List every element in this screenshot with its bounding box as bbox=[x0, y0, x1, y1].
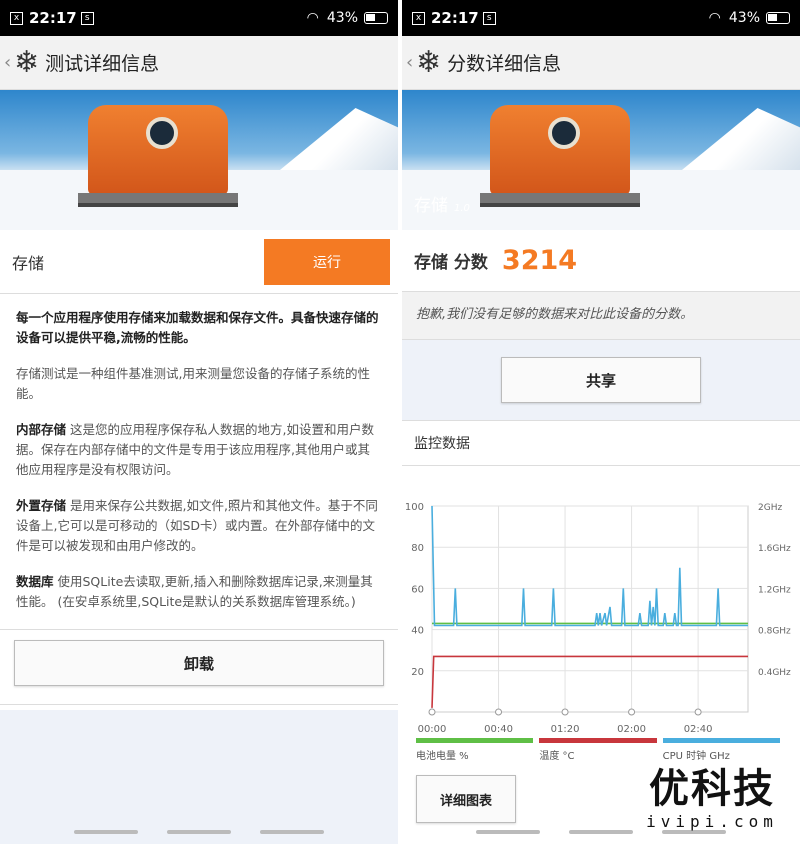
x-tick-marker bbox=[561, 708, 569, 716]
score-label: 存储 分数 bbox=[414, 253, 488, 273]
hero-label: 存储 1.0 bbox=[414, 196, 470, 216]
status-bar: x 22:17 s ◠ 43% bbox=[0, 0, 398, 36]
legend-swatch bbox=[416, 738, 534, 743]
monitor-chart: 20 40 60 80 100 0.4GHz 0.8GHz 1.2GHz 1.6GHz 2GHz 0… bbox=[402, 466, 800, 766]
uninstall-area: 卸载 bbox=[0, 630, 398, 705]
battery-percent: 43% bbox=[728, 10, 760, 26]
legend-label: 电池电量 % bbox=[416, 751, 469, 762]
score-row: 存储 分数 3214 bbox=[402, 230, 800, 292]
status-time: 22:17 bbox=[29, 9, 77, 27]
x-tick-marker bbox=[628, 708, 636, 716]
x-tick-marker bbox=[694, 708, 702, 716]
watermark-logo: 优科技 bbox=[649, 766, 775, 812]
test-name: 存储 bbox=[12, 253, 45, 273]
y-left-tick-label: 20 bbox=[411, 667, 424, 678]
share-area: 共享 bbox=[402, 340, 800, 420]
share-button[interactable]: 共享 bbox=[501, 357, 701, 403]
y-right-tick-label: 1.6GHz bbox=[758, 544, 791, 554]
y-left-tick-label: 100 bbox=[405, 502, 424, 513]
y-left-tick-label: 80 bbox=[411, 543, 424, 554]
test-row: 存储 运行 bbox=[0, 230, 398, 294]
run-button[interactable]: 运行 bbox=[264, 238, 390, 285]
watermark: 优科技 ivipi.com bbox=[632, 766, 792, 831]
legend-swatch bbox=[539, 738, 657, 743]
notification-icon: x bbox=[412, 11, 425, 25]
y-right-tick-label: 0.8GHz bbox=[758, 627, 791, 637]
orange-cabin-image bbox=[88, 105, 228, 195]
database-text: 数据库 使用SQLite去读取,更新,插入和删除数据库记录,来测量其性能。 (在… bbox=[16, 574, 373, 609]
wifi-icon: ◠ bbox=[306, 10, 319, 26]
watermark-url: ivipi.com bbox=[646, 812, 778, 831]
snowflake-logo-icon[interactable]: ❄ bbox=[416, 47, 441, 78]
monitor-title: 监控数据 bbox=[402, 420, 800, 466]
page-title: 分数详细信息 bbox=[447, 53, 562, 75]
hero-image bbox=[0, 90, 398, 230]
status-time: 22:17 bbox=[431, 9, 479, 27]
y-right-tick-label: 2GHz bbox=[758, 503, 782, 513]
detail-chart-button[interactable]: 详细图表 bbox=[416, 775, 516, 823]
intro-text: 每一个应用程序使用存储来加载数据和保存文件。具备快速存储的设备可以提供平稳,流畅… bbox=[16, 310, 379, 345]
orange-cabin-image bbox=[490, 105, 630, 195]
x-tick-marker bbox=[495, 708, 503, 716]
legend-item: 电池电量 % bbox=[416, 738, 534, 762]
monitor-chart-svg: 20 40 60 80 100 0.4GHz 0.8GHz 1.2GHz 1.6GHz 2GHz 0… bbox=[405, 502, 791, 735]
nav-bar bbox=[0, 830, 398, 834]
y-right-tick-label: 1.2GHz bbox=[758, 585, 791, 595]
x-tick-label: 02:00 bbox=[617, 724, 646, 735]
uninstall-button[interactable]: 卸载 bbox=[14, 640, 384, 686]
screenshot-icon: s bbox=[80, 11, 94, 25]
battery-icon bbox=[364, 12, 388, 24]
title-bar: ‹ ❄ 测试详细信息 bbox=[0, 36, 398, 90]
description-text: 存储测试是一种组件基准测试,用来测量您设备的存储子系统的性能。 bbox=[16, 366, 370, 401]
legend-label: 温度 °C bbox=[539, 751, 575, 762]
chart-legend: 电池电量 % 温度 °C CPU 时钟 GHz bbox=[416, 738, 786, 762]
title-bar: ‹ ❄ 分数详细信息 bbox=[402, 36, 800, 90]
series-line bbox=[431, 655, 748, 708]
internal-storage-text: 内部存储 这是您的应用程序保存私人数据的地方,如设置和用户数据。保存在内部存储中… bbox=[16, 422, 374, 477]
battery-percent: 43% bbox=[326, 10, 358, 26]
screenshot-icon: s bbox=[482, 11, 496, 25]
version-label: 1.0 bbox=[454, 203, 470, 214]
legend-item: CPU 时钟 GHz bbox=[662, 738, 780, 762]
legend-swatch bbox=[662, 738, 780, 743]
legend-item: 温度 °C bbox=[539, 738, 657, 762]
x-tick-label: 01:20 bbox=[551, 724, 580, 735]
notification-icon: x bbox=[10, 11, 23, 25]
comparison-notice: 抱歉,我们没有足够的数据来对比此设备的分数。 bbox=[402, 292, 800, 340]
status-bar: x 22:17 s ◠ 43% bbox=[402, 0, 800, 36]
back-chevron-icon[interactable]: ‹ bbox=[406, 52, 416, 73]
x-tick-label: 00:40 bbox=[484, 724, 513, 735]
score-value: 3214 bbox=[501, 245, 578, 276]
x-tick-marker bbox=[428, 708, 436, 716]
legend-label: CPU 时钟 GHz bbox=[662, 751, 730, 762]
external-storage-text: 外置存储 是用来保存公共数据,如文件,照片和其他文件。基于不同设备上,它可以是可… bbox=[16, 498, 378, 553]
chart-frame bbox=[431, 505, 749, 713]
test-description: 每一个应用程序使用存储来加载数据和保存文件。具备快速存储的设备可以提供平稳,流畅… bbox=[0, 294, 398, 630]
score-detail-screen: x 22:17 s ◠ 43% ‹ ❄ 分数详细信息 存储 1.0 存储 分数 3… bbox=[402, 0, 800, 844]
snowflake-logo-icon[interactable]: ❄ bbox=[14, 47, 39, 78]
back-chevron-icon[interactable]: ‹ bbox=[4, 52, 14, 73]
page-title: 测试详细信息 bbox=[45, 53, 160, 75]
y-left-tick-label: 60 bbox=[411, 584, 424, 595]
x-tick-label: 02:40 bbox=[684, 724, 713, 735]
battery-icon bbox=[766, 12, 790, 24]
y-left-tick-label: 40 bbox=[411, 626, 424, 637]
hero-image: 存储 1.0 bbox=[402, 90, 800, 230]
test-detail-screen: x 22:17 s ◠ 43% ‹ ❄ 测试详细信息 存储 运行 每一个应用程序… bbox=[0, 0, 398, 844]
wifi-icon: ◠ bbox=[708, 10, 721, 26]
x-tick-label: 00:00 bbox=[418, 724, 447, 735]
y-right-tick-label: 0.4GHz bbox=[758, 668, 791, 678]
series-line bbox=[431, 505, 748, 627]
